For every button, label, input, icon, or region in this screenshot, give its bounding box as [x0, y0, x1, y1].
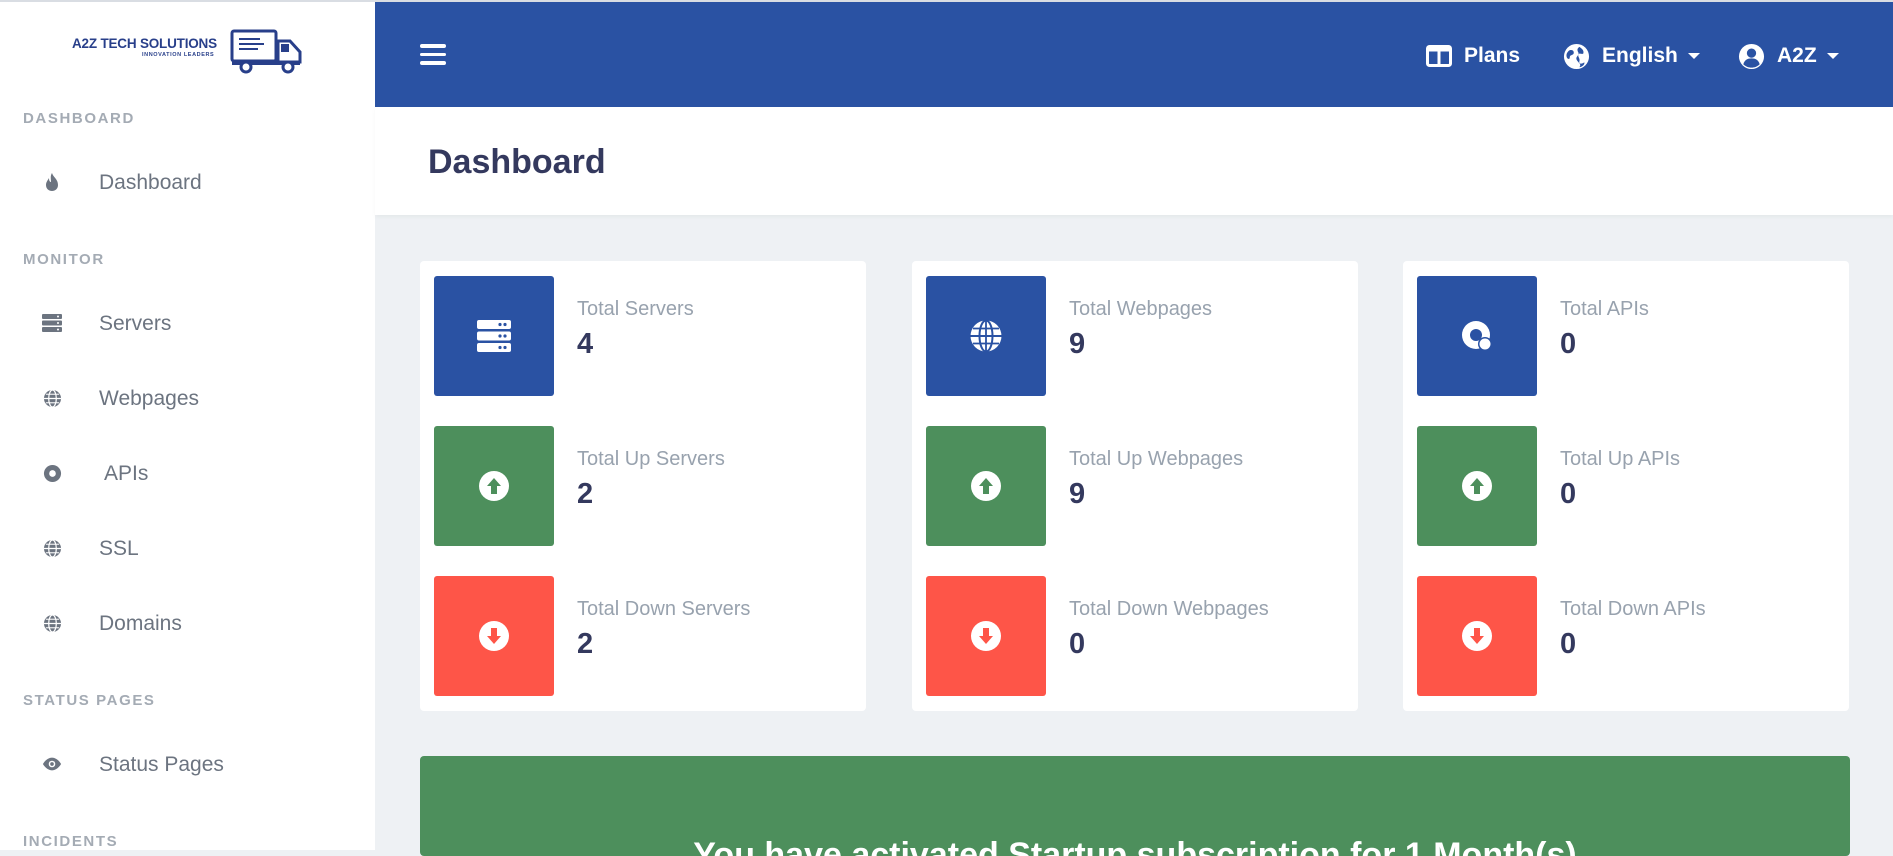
stat-value: 0 [1069, 628, 1086, 660]
api-icon [1462, 321, 1492, 351]
sidebar-item-label: Servers [99, 312, 172, 335]
server-icon [42, 313, 62, 333]
stat-value: 2 [577, 628, 594, 660]
stat-total-up-servers[interactable]: Total Up Servers 2 [434, 426, 725, 546]
stat-label: Total Webpages [1069, 298, 1213, 320]
stat-icon-box [434, 276, 554, 396]
stat-value: 9 [1069, 328, 1086, 360]
stat-label: Total APIs [1560, 298, 1649, 320]
sidebar-item-webpages[interactable]: Webpages [0, 375, 375, 421]
sidebar-item-label: SSL [99, 537, 139, 560]
sidebar-item-servers[interactable]: Servers [0, 300, 375, 346]
columns-icon [1426, 45, 1452, 67]
stat-total-up-webpages[interactable]: Total Up Webpages 9 [926, 426, 1243, 546]
stat-total-down-apis[interactable]: Total Down APIs 0 [1417, 576, 1706, 696]
servers-stats-card: Total Servers 4 Total Up Servers 2 Total… [420, 261, 866, 711]
stat-total-webpages[interactable]: Total Webpages 9 [926, 276, 1212, 396]
arrow-circle-up-icon [479, 471, 509, 501]
globe-icon [42, 613, 62, 633]
eye-icon [42, 754, 62, 774]
stat-label: Total Down Servers [577, 598, 751, 620]
language-label: English [1602, 44, 1678, 67]
stat-value: 9 [1069, 478, 1086, 510]
stat-icon-box [1417, 276, 1537, 396]
stat-total-down-servers[interactable]: Total Down Servers 2 [434, 576, 750, 696]
page-title: Dashboard [428, 143, 606, 181]
sidebar-item-label: Dashboard [99, 171, 202, 194]
stat-value: 0 [1560, 478, 1577, 510]
server-icon [477, 320, 511, 352]
apis-stats-card: Total APIs 0 Total Up APIs 0 Total Down … [1403, 261, 1849, 711]
stat-value: 0 [1560, 328, 1577, 360]
stat-icon-box [434, 576, 554, 696]
arrow-circle-up-icon [971, 471, 1001, 501]
sidebar: A2Z TECH SOLUTIONS INNOVATION LEADERS DA… [0, 2, 375, 850]
section-heading-monitor: MONITOR [23, 251, 105, 268]
stat-label: Total Down APIs [1560, 598, 1706, 620]
fire-icon [42, 172, 62, 192]
stat-icon-box [926, 426, 1046, 546]
chevron-down-icon [1687, 53, 1700, 59]
user-name: A2Z [1777, 44, 1817, 67]
stat-total-up-apis[interactable]: Total Up APIs 0 [1417, 426, 1680, 546]
brand-tagline: INNOVATION LEADERS [142, 52, 215, 58]
stat-label: Total Up Servers [577, 448, 725, 470]
user-menu-dropdown[interactable]: A2Z [1738, 40, 1839, 72]
sidebar-item-label: Status Pages [99, 753, 224, 776]
brand-logo[interactable]: A2Z TECH SOLUTIONS INNOVATION LEADERS [72, 28, 304, 74]
sidebar-item-ssl[interactable]: SSL [0, 525, 375, 571]
hamburger-menu-button[interactable] [420, 44, 446, 66]
stat-value: 2 [577, 478, 594, 510]
globe-icon [42, 538, 62, 558]
sidebar-item-status-pages[interactable]: Status Pages [0, 741, 375, 787]
language-dropdown[interactable]: English [1563, 40, 1700, 72]
chevron-down-icon [1826, 53, 1839, 59]
globe-icon [1563, 43, 1590, 69]
dot-circle-icon [42, 463, 62, 483]
subscription-banner: You have activated Startup subscription … [420, 756, 1850, 856]
page-header: Dashboard [375, 107, 1893, 215]
arrow-circle-down-icon [479, 621, 509, 651]
stat-total-servers[interactable]: Total Servers 4 [434, 276, 694, 396]
globe-icon [970, 319, 1002, 353]
stat-label: Total Down Webpages [1069, 598, 1269, 620]
globe-icon [42, 388, 62, 408]
stat-icon-box [1417, 426, 1537, 546]
sidebar-item-dashboard[interactable]: Dashboard [0, 159, 375, 205]
plans-label: Plans [1464, 44, 1521, 67]
sidebar-item-domains[interactable]: Domains [0, 600, 375, 646]
sidebar-item-label: Webpages [99, 387, 200, 410]
stat-label: Total Up Webpages [1069, 448, 1244, 470]
stat-total-apis[interactable]: Total APIs 0 [1417, 276, 1649, 396]
arrow-circle-down-icon [971, 621, 1001, 651]
section-heading-dashboard: DASHBOARD [23, 110, 135, 127]
brand-name: A2Z TECH SOLUTIONS [72, 36, 217, 51]
stat-value: 0 [1560, 628, 1577, 660]
user-circle-icon [1738, 43, 1765, 69]
arrow-circle-up-icon [1462, 471, 1492, 501]
stat-value: 4 [577, 328, 594, 360]
section-heading-status-pages: STATUS PAGES [23, 692, 156, 709]
stat-icon-box [434, 426, 554, 546]
stat-icon-box [926, 576, 1046, 696]
plans-link[interactable]: Plans [1426, 40, 1520, 72]
stat-icon-box [926, 276, 1046, 396]
stat-label: Total Servers [577, 298, 694, 320]
sidebar-item-label: APIs [104, 462, 149, 485]
section-heading-incidents: INCIDENTS [23, 833, 119, 850]
stat-label: Total Up APIs [1560, 448, 1681, 470]
sidebar-item-apis[interactable]: APIs [0, 450, 375, 496]
stat-total-down-webpages[interactable]: Total Down Webpages 0 [926, 576, 1269, 696]
subscription-banner-text: You have activated Startup subscription … [693, 836, 1577, 856]
webpages-stats-card: Total Webpages 9 Total Up Webpages 9 Tot… [912, 261, 1358, 711]
top-navbar: Plans English A2Z [375, 2, 1893, 107]
arrow-circle-down-icon [1462, 621, 1492, 651]
stat-icon-box [1417, 576, 1537, 696]
sidebar-item-label: Domains [99, 612, 182, 635]
truck-icon [230, 29, 302, 74]
